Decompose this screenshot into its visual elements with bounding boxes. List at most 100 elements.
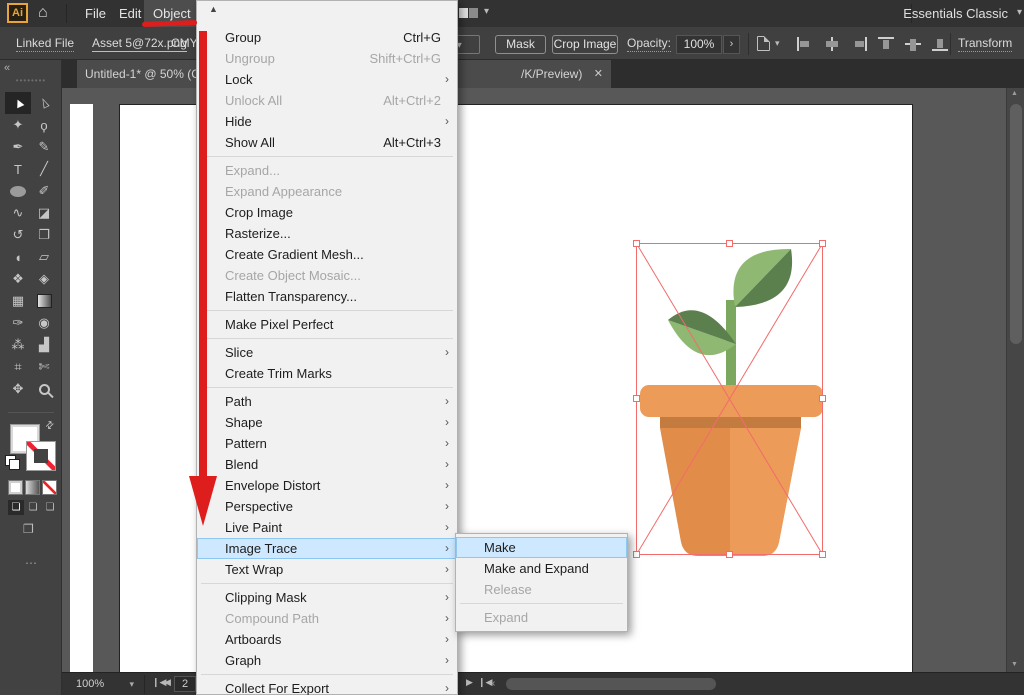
pen-tool[interactable]: ✒: [5, 136, 31, 158]
artboard-number-field[interactable]: 2: [174, 676, 196, 692]
menu-item-artboards[interactable]: Artboards›: [197, 629, 457, 650]
menu-item-envelope-distort[interactable]: Envelope Distort›: [197, 475, 457, 496]
chevron-down-icon[interactable]: ▾: [1017, 7, 1022, 18]
eyedropper-tool[interactable]: ✑: [5, 312, 31, 334]
mesh-tool[interactable]: ▦: [5, 290, 31, 312]
none-button[interactable]: [42, 480, 57, 495]
ellipse-tool[interactable]: [5, 180, 31, 202]
knife-tool[interactable]: ◖: [5, 246, 31, 268]
paintbrush-tool[interactable]: ✐: [31, 180, 57, 202]
draw-normal-mode-button[interactable]: ❏: [8, 500, 24, 515]
type-tool[interactable]: T: [5, 158, 31, 180]
vertical-scrollbar[interactable]: ▲ ▼: [1006, 88, 1024, 672]
menu-item-blend[interactable]: Blend›: [197, 454, 457, 475]
linked-file-label[interactable]: Linked File: [16, 36, 74, 52]
opacity-expand-icon[interactable]: ›: [723, 35, 740, 54]
menu-item-image-trace[interactable]: Image Trace›: [197, 538, 457, 559]
vertical-scrollbar-thumb[interactable]: [1010, 104, 1022, 344]
home-icon[interactable]: ⌂: [38, 2, 48, 24]
menu-item-show-all[interactable]: Show AllAlt+Ctrl+3: [197, 132, 457, 153]
menu-item-path[interactable]: Path›: [197, 391, 457, 412]
opacity-label[interactable]: Opacity:: [627, 36, 671, 52]
eraser-tool[interactable]: ◪: [31, 202, 57, 224]
menu-item-create-gradient-mesh[interactable]: Create Gradient Mesh...: [197, 244, 457, 265]
change-screen-mode-icon[interactable]: ❐: [23, 522, 34, 536]
menu-item-collect-for-export[interactable]: Collect For Export›: [197, 678, 457, 695]
line-segment-tool[interactable]: ╱: [31, 158, 57, 180]
perspective-grid-tool[interactable]: ◈: [31, 268, 57, 290]
align-v-top-icon[interactable]: [878, 37, 894, 51]
collapse-panel-icon[interactable]: «: [4, 62, 10, 74]
menu-item-make-and-expand[interactable]: Make and Expand: [456, 558, 627, 579]
gradient-button[interactable]: [25, 480, 40, 495]
hand-tool[interactable]: ✥: [5, 378, 31, 400]
gradient-tool[interactable]: [31, 290, 57, 312]
lasso-tool[interactable]: ϙ: [31, 114, 57, 136]
selection-tool[interactable]: ►: [5, 92, 31, 114]
panel-grip[interactable]: ••••••••: [0, 76, 62, 85]
transform-label[interactable]: Transform: [958, 36, 1012, 52]
menu-item-crop-image[interactable]: Crop Image: [197, 202, 457, 223]
shaper-tool[interactable]: ∿: [5, 202, 31, 224]
align-h-left-icon[interactable]: [797, 37, 813, 51]
shape-builder-tool[interactable]: ❖: [5, 268, 31, 290]
previous-artboard-button[interactable]: ◀: [164, 677, 171, 688]
tab-close-icon[interactable]: ✕: [594, 60, 603, 88]
align-v-middle-icon[interactable]: [905, 37, 921, 51]
opacity-value-field[interactable]: 100%: [676, 35, 722, 54]
stroke-color-swatch[interactable]: [26, 441, 56, 471]
blend-tool[interactable]: ◉: [31, 312, 57, 334]
menu-item-hide[interactable]: Hide›: [197, 111, 457, 132]
menu-item-graph[interactable]: Graph›: [197, 650, 457, 671]
menu-item-lock[interactable]: Lock›: [197, 69, 457, 90]
edit-toolbar-icon[interactable]: ⋯: [0, 556, 62, 570]
draw-inside-mode-button[interactable]: ❏: [42, 500, 58, 515]
menu-item-shape[interactable]: Shape›: [197, 412, 457, 433]
menu-item-live-paint[interactable]: Live Paint›: [197, 517, 457, 538]
rotate-tool[interactable]: ↺: [5, 224, 31, 246]
draw-behind-mode-button[interactable]: ❏: [25, 500, 41, 515]
direct-selection-tool[interactable]: ▻: [31, 92, 57, 114]
crop-image-button[interactable]: Crop Image: [552, 35, 618, 54]
menu-item-rasterize[interactable]: Rasterize...: [197, 223, 457, 244]
free-transform-tool[interactable]: ▱: [31, 246, 57, 268]
align-v-bottom-icon[interactable]: [932, 37, 948, 51]
column-graph-tool[interactable]: ▟: [31, 334, 57, 356]
menu-item-clipping-mask[interactable]: Clipping Mask›: [197, 587, 457, 608]
swap-fill-stroke-icon[interactable]: ⇄: [43, 419, 57, 433]
menu-item-create-trim-marks[interactable]: Create Trim Marks: [197, 363, 457, 384]
next-artboard-button[interactable]: ▶: [466, 677, 473, 688]
menu-item-pattern[interactable]: Pattern›: [197, 433, 457, 454]
menu-item-flatten-transparency[interactable]: Flatten Transparency...: [197, 286, 457, 307]
magic-wand-tool[interactable]: ✦: [5, 114, 31, 136]
menu-item-make[interactable]: Make: [456, 537, 627, 558]
zoom-tool[interactable]: [31, 378, 57, 400]
arrange-documents-icon[interactable]: [459, 8, 478, 18]
scroll-left-icon[interactable]: ‹: [492, 678, 495, 689]
menu-item-text-wrap[interactable]: Text Wrap›: [197, 559, 457, 580]
default-fill-stroke-icon[interactable]: [5, 455, 16, 466]
slice-tool[interactable]: ✄: [31, 356, 57, 378]
menu-item-make-pixel-perfect[interactable]: Make Pixel Perfect: [197, 314, 457, 335]
chevron-down-icon[interactable]: ▾: [484, 6, 489, 17]
workspace-switcher[interactable]: Essentials Classic: [903, 0, 1008, 27]
symbol-sprayer-tool[interactable]: ⁂: [5, 334, 31, 356]
curvature-tool[interactable]: ✎: [31, 136, 57, 158]
horizontal-scrollbar[interactable]: ‹ ›: [492, 675, 1024, 694]
menu-scroll-up-icon[interactable]: ▲: [209, 4, 218, 14]
artboard-tool[interactable]: ⌗: [5, 356, 31, 378]
align-h-right-icon[interactable]: [851, 37, 867, 51]
align-h-center-icon[interactable]: [824, 37, 840, 51]
scroll-down-icon[interactable]: ▼: [1011, 661, 1018, 668]
menu-item-perspective[interactable]: Perspective›: [197, 496, 457, 517]
last-artboard-button[interactable]: ❙◀: [478, 677, 492, 688]
scroll-up-icon[interactable]: ▲: [1011, 90, 1018, 97]
tab-active-document[interactable]: /K/Preview) ✕: [442, 60, 611, 88]
color-button[interactable]: [8, 480, 23, 495]
horizontal-scrollbar-thumb[interactable]: [506, 678, 716, 690]
menu-item-group[interactable]: GroupCtrl+G: [197, 27, 457, 48]
chevron-down-icon[interactable]: ▾: [775, 38, 780, 49]
mask-button[interactable]: Mask: [495, 35, 546, 54]
menu-item-slice[interactable]: Slice›: [197, 342, 457, 363]
zoom-level-dropdown[interactable]: 100% ▾: [68, 676, 140, 693]
